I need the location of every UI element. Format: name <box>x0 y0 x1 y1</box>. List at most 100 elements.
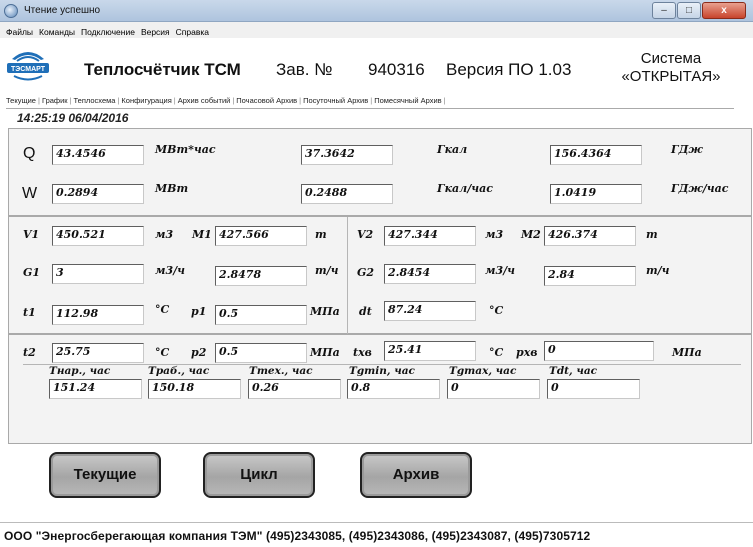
system-type: Система «ОТКРЫТАЯ» <box>616 50 726 86</box>
window-title-bar: Чтение успешно – □ x <box>0 0 753 22</box>
app-icon <box>4 4 18 18</box>
window-title: Чтение успешно <box>24 5 101 16</box>
p1-label: p1 <box>191 305 207 318</box>
p2-field[interactable]: 0.5 <box>215 343 307 363</box>
p2-unit: МПа <box>310 346 340 359</box>
q-mwh-field[interactable]: 43.4546 <box>52 145 144 165</box>
v2-field[interactable]: 427.344 <box>384 226 476 246</box>
archive-button[interactable]: Архив <box>360 452 472 498</box>
q-gcal-field[interactable]: 37.3642 <box>301 145 393 165</box>
p1-field[interactable]: 0.5 <box>215 305 307 325</box>
m2-label: M2 <box>521 228 541 241</box>
tgmin-field[interactable]: 0.8 <box>347 379 440 399</box>
tdt-label: Tdt, час <box>549 365 598 377</box>
g2-mass-field[interactable]: 2.84 <box>544 266 636 286</box>
menu-bar: Файлы Команды Подключение Версия Справка <box>0 22 753 38</box>
menu-help[interactable]: Справка <box>176 24 209 40</box>
device-title: Теплосчётчик ТСМ <box>84 60 241 79</box>
m1-label: M1 <box>192 228 212 241</box>
tab-hourly-archive[interactable]: Почасовой Архив <box>236 96 297 105</box>
v1-label: V1 <box>23 228 40 241</box>
reading-timestamp: 14:25:19 06/04/2016 <box>17 111 129 125</box>
serial-label: Зав. № <box>276 60 333 79</box>
menu-connection[interactable]: Подключение <box>81 24 135 40</box>
tab-graph[interactable]: График <box>42 96 68 105</box>
g1-mass-unit: т/ч <box>315 264 339 277</box>
txb-field[interactable]: 25.41 <box>384 341 476 361</box>
energy-panel: Q 43.4546 МВт*час 37.3642 Гкал 156.4364 … <box>8 128 752 216</box>
serial-number: 940316 <box>368 60 425 79</box>
minimize-button[interactable]: – <box>652 2 676 19</box>
firmware-version: Версия ПО 1.03 <box>446 60 572 79</box>
q-label: Q <box>23 145 36 162</box>
t1-field[interactable]: 112.98 <box>52 305 144 325</box>
pxb-label: pxв <box>516 346 538 359</box>
q-gj-field[interactable]: 156.4364 <box>550 145 642 165</box>
v2-unit: м3 <box>485 228 504 241</box>
tnar-label: Tнар., час <box>49 365 111 377</box>
t1-unit: °C <box>155 303 170 316</box>
txb-label: txв <box>353 346 372 359</box>
q-mwh-unit: МВт*час <box>155 143 216 156</box>
tgmax-field[interactable]: 0 <box>447 379 540 399</box>
system-line-1: Система <box>640 50 702 67</box>
g1-mass-field[interactable]: 2.8478 <box>215 266 307 286</box>
pxb-unit: МПа <box>672 346 702 359</box>
t2-field[interactable]: 25.75 <box>52 343 144 363</box>
m1-field[interactable]: 427.566 <box>215 226 307 246</box>
q-gcal-unit: Гкал <box>437 143 468 156</box>
g2-mass-unit: т/ч <box>646 264 670 277</box>
svg-text:ТЭСМАРТ: ТЭСМАРТ <box>11 66 46 73</box>
ttex-field[interactable]: 0.26 <box>248 379 341 399</box>
trab-field[interactable]: 150.18 <box>148 379 241 399</box>
tab-monthly-archive[interactable]: Помесячный Архив <box>374 96 441 105</box>
w-gjh-unit: ГДж/час <box>671 182 729 195</box>
w-mw-unit: МВт <box>155 182 189 195</box>
tdt-field[interactable]: 0 <box>547 379 640 399</box>
tab-configuration[interactable]: Конфигурация <box>121 96 171 105</box>
v1-field[interactable]: 450.521 <box>52 226 144 246</box>
g2-field[interactable]: 2.8454 <box>384 264 476 284</box>
tgmin-label: Tgmin, час <box>349 365 415 377</box>
w-label: W <box>22 185 38 202</box>
cycle-button[interactable]: Цикл <box>203 452 315 498</box>
p1-unit: МПа <box>310 305 340 318</box>
close-button[interactable]: x <box>702 2 746 19</box>
w-gcalh-unit: Гкал/час <box>437 182 493 195</box>
menu-commands[interactable]: Команды <box>39 24 75 40</box>
company-footer: ООО "Энергосберегающая компания ТЭМ" (49… <box>4 529 591 543</box>
pxb-field[interactable]: 0 <box>544 341 654 361</box>
tab-event-archive[interactable]: Архив событий <box>178 96 231 105</box>
tab-daily-archive[interactable]: Посуточный Архив <box>303 96 368 105</box>
w-gcalh-field[interactable]: 0.2488 <box>301 184 393 204</box>
p2-label: p2 <box>191 346 207 359</box>
tnar-field[interactable]: 151.24 <box>49 379 142 399</box>
m2-field[interactable]: 426.374 <box>544 226 636 246</box>
txb-unit: °C <box>489 346 504 359</box>
t2-unit: °C <box>155 346 170 359</box>
menu-files[interactable]: Файлы <box>6 24 33 40</box>
g1-label: G1 <box>23 266 41 279</box>
flow-panel: V1 450.521 м3 M1 427.566 т V2 427.344 м3… <box>8 216 752 334</box>
current-button[interactable]: Текущие <box>49 452 161 498</box>
trab-label: Tраб., час <box>148 365 210 377</box>
tab-strip: Текущие | График | Теплосхема | Конфигурация | А… <box>6 96 446 105</box>
dt-unit: °C <box>489 304 504 317</box>
q-gj-unit: ГДж <box>671 143 703 156</box>
w-gjh-field[interactable]: 1.0419 <box>550 184 642 204</box>
maximize-button[interactable]: □ <box>677 2 701 19</box>
g1-field[interactable]: 3 <box>52 264 144 284</box>
tab-underline <box>6 108 734 109</box>
tab-current[interactable]: Текущие <box>6 96 36 105</box>
dt-field[interactable]: 87.24 <box>384 301 476 321</box>
company-logo: ТЭСМАРТ <box>7 52 49 81</box>
tab-heat-scheme[interactable]: Теплосхема <box>74 96 116 105</box>
t2-label: t2 <box>23 346 36 359</box>
w-mw-field[interactable]: 0.2894 <box>52 184 144 204</box>
channel-divider <box>347 217 348 334</box>
m2-unit: т <box>646 228 658 241</box>
menu-version[interactable]: Версия <box>141 24 170 40</box>
footer-divider <box>0 522 753 523</box>
system-line-2: «ОТКРЫТАЯ» <box>621 68 721 85</box>
g2-label: G2 <box>357 266 375 279</box>
